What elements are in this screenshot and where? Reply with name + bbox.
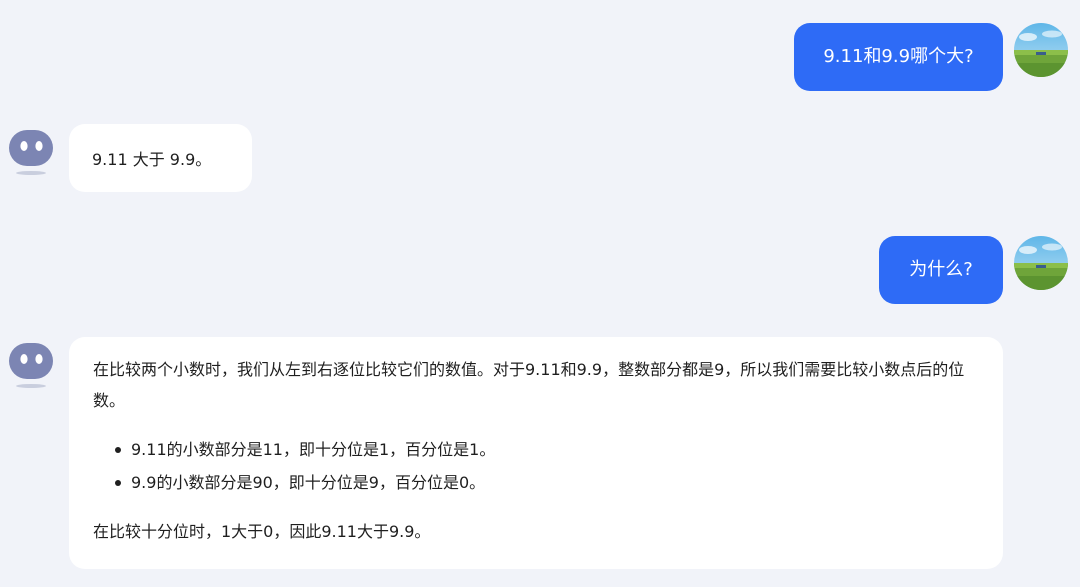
chat-thread: 9.11和9.9哪个大? 9.11 大于 9.9。 为什么? 在比较两个小数时，… [0, 0, 1080, 587]
list-item: 9.9的小数部分是90，即十分位是9，百分位是0。 [93, 466, 979, 499]
user-avatar-icon[interactable] [1014, 236, 1068, 290]
assistant-conclusion-paragraph: 在比较十分位时，1大于0，因此9.11大于9.9。 [93, 522, 431, 541]
assistant-bullet-list: 9.11的小数部分是11，即十分位是1，百分位是1。 9.9的小数部分是90，即… [93, 433, 979, 499]
assistant-avatar-icon [8, 342, 56, 390]
assistant-message-bubble: 在比较两个小数时，我们从左到右逐位比较它们的数值。对于9.11和9.9，整数部分… [69, 337, 1003, 569]
assistant-avatar-icon [8, 129, 56, 177]
user-message-bubble: 9.11和9.9哪个大? [794, 23, 1003, 91]
assistant-message-bubble: 9.11 大于 9.9。 [69, 124, 252, 192]
list-item: 9.11的小数部分是11，即十分位是1，百分位是1。 [93, 433, 979, 466]
user-avatar-icon[interactable] [1014, 23, 1068, 77]
user-message-bubble: 为什么? [879, 236, 1003, 304]
assistant-intro-paragraph: 在比较两个小数时，我们从左到右逐位比较它们的数值。对于9.11和9.9，整数部分… [93, 360, 965, 410]
